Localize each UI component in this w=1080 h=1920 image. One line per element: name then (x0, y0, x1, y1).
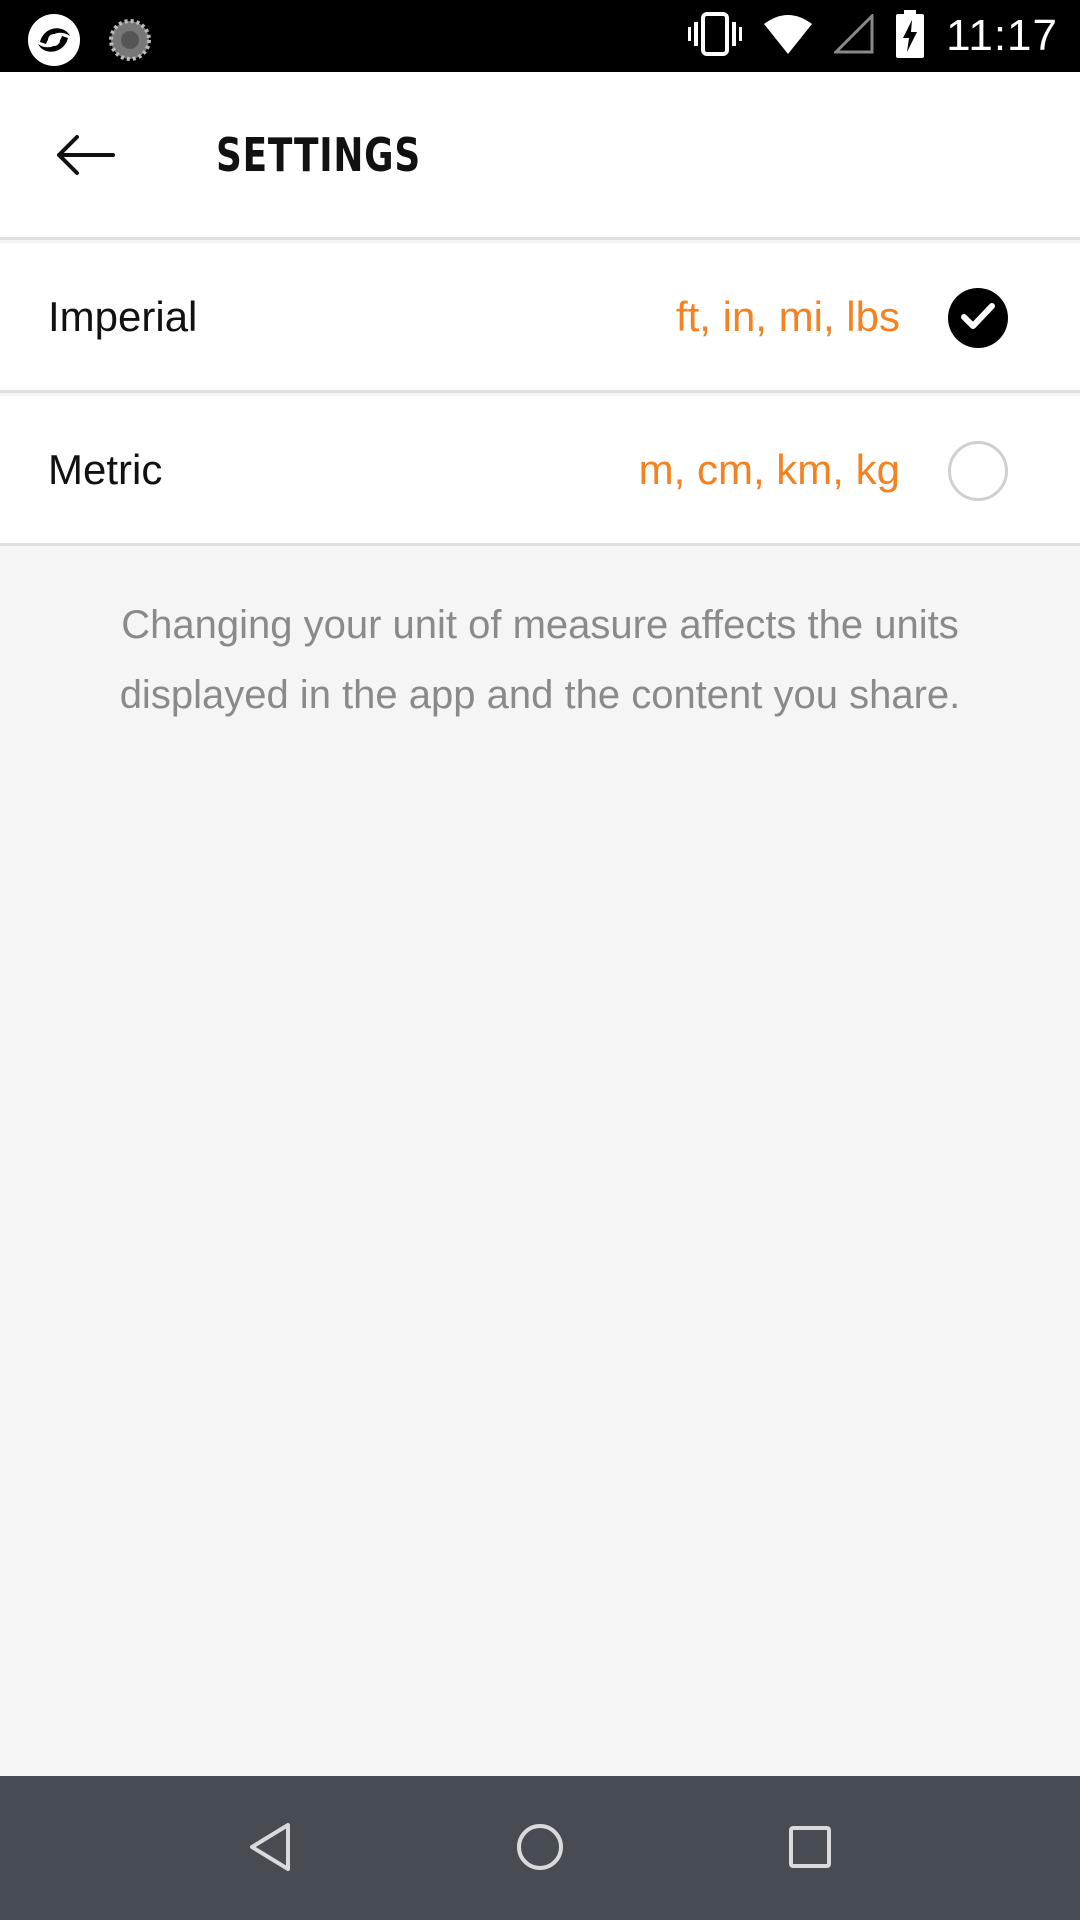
radio-unchecked[interactable] (948, 441, 1008, 501)
battery-charging-icon (896, 9, 925, 63)
app-logo-icon (26, 12, 82, 73)
vibrate-icon (688, 10, 743, 63)
app-bar: SETTINGS (0, 72, 1080, 240)
radio-checked[interactable] (948, 288, 1008, 348)
loading-spinner-icon (108, 18, 152, 67)
help-text: Changing your unit of measure affects th… (119, 603, 961, 717)
clock: 11:17 (946, 11, 1058, 60)
nav-recents-icon (788, 1825, 832, 1874)
option-label: Metric (48, 446, 163, 493)
option-metric[interactable]: Metric m, cm, km, kg (0, 396, 1080, 546)
option-units: m, cm, km, kg (638, 446, 900, 493)
status-bar-right: 11:17 (688, 0, 1058, 72)
arrow-left-icon (55, 133, 115, 182)
nav-home-icon (515, 1822, 565, 1877)
wifi-icon (764, 14, 813, 59)
cell-signal-icon (832, 11, 874, 59)
nav-back-button[interactable] (225, 1804, 315, 1894)
option-units: ft, in, mi, lbs (675, 293, 900, 340)
option-label: Imperial (48, 293, 198, 340)
nav-back-icon (246, 1821, 294, 1878)
status-bar-left (26, 12, 152, 73)
status-bar: 11:17 (0, 0, 1080, 72)
option-imperial[interactable]: Imperial ft, in, mi, lbs (0, 243, 1080, 393)
nav-home-button[interactable] (495, 1804, 585, 1894)
checkmark-icon (961, 302, 995, 335)
back-button[interactable] (40, 112, 130, 202)
navigation-bar (0, 1776, 1080, 1920)
page-title: SETTINGS (216, 128, 422, 182)
nav-recents-button[interactable] (765, 1804, 855, 1894)
